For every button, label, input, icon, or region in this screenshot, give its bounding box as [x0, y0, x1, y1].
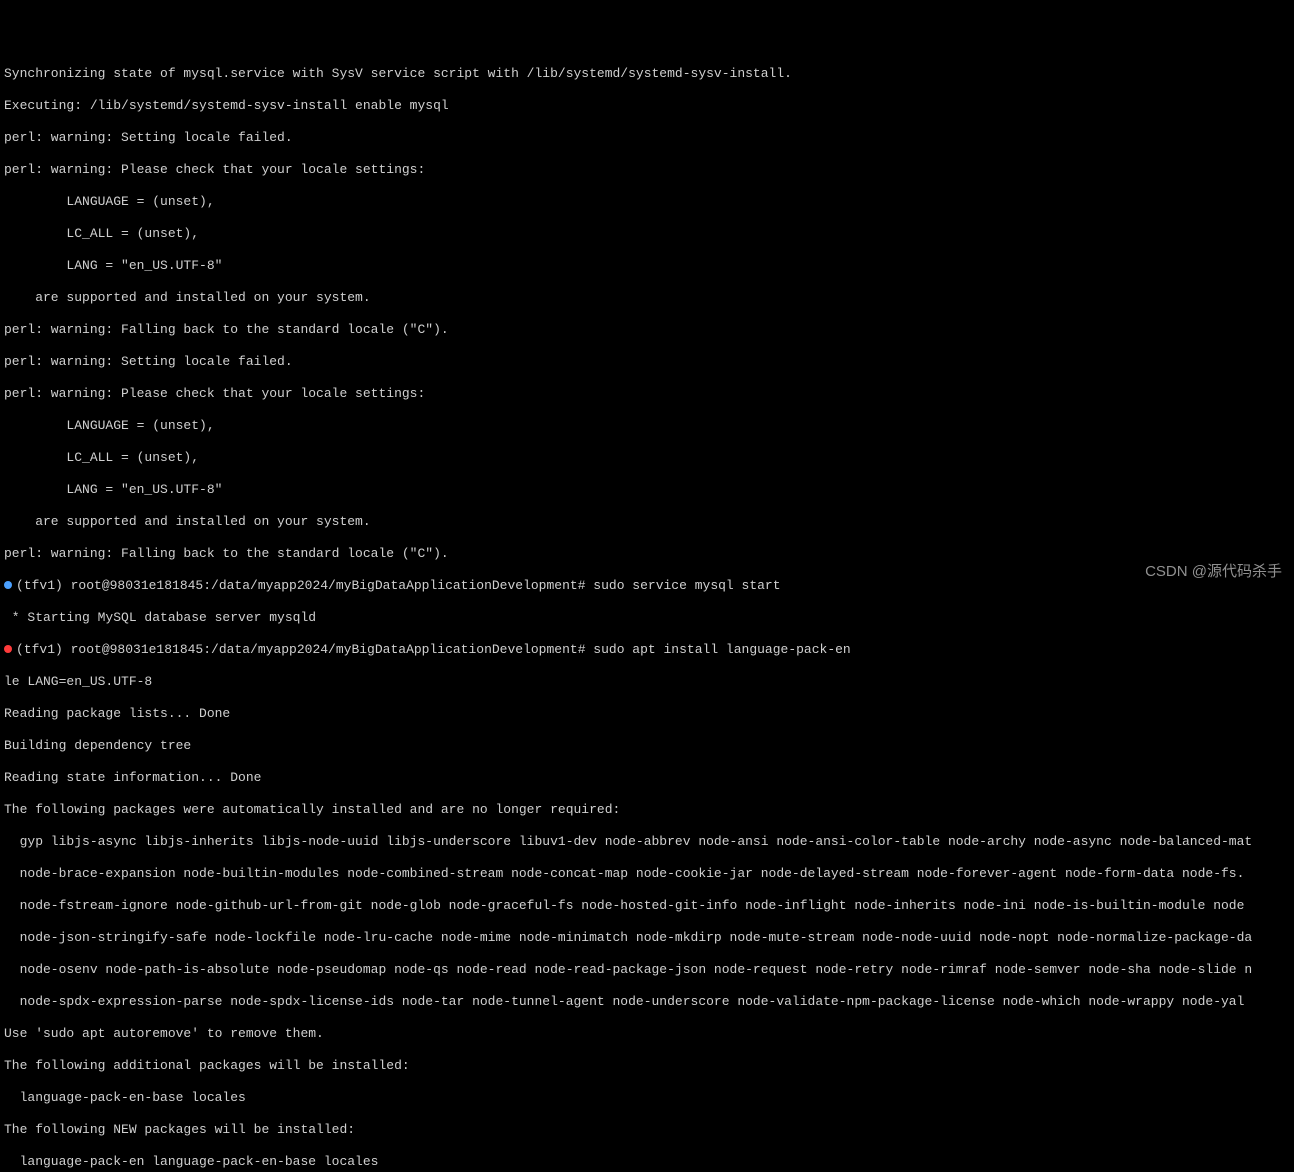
terminal-output-line: * Starting MySQL database server mysqld	[4, 610, 1290, 626]
status-dot-icon	[4, 645, 12, 653]
terminal-output-line: perl: warning: Setting locale failed.	[4, 354, 1290, 370]
terminal-output-line: LC_ALL = (unset),	[4, 450, 1290, 466]
terminal-output-line: node-osenv node-path-is-absolute node-ps…	[4, 962, 1290, 978]
terminal-output-line: node-brace-expansion node-builtin-module…	[4, 866, 1290, 882]
terminal-output-line: node-json-stringify-safe node-lockfile n…	[4, 930, 1290, 946]
terminal-output-line: LANG = "en_US.UTF-8"	[4, 482, 1290, 498]
terminal-output-line: The following additional packages will b…	[4, 1058, 1290, 1074]
terminal-output-line: Building dependency tree	[4, 738, 1290, 754]
terminal-output-line: Reading package lists... Done	[4, 706, 1290, 722]
watermark-label: CSDN @源代码杀手	[1145, 564, 1282, 580]
status-dot-icon	[4, 581, 12, 589]
terminal-output-line: Executing: /lib/systemd/systemd-sysv-ins…	[4, 98, 1290, 114]
terminal-output-line: LANG = "en_US.UTF-8"	[4, 258, 1290, 274]
terminal-output-line: are supported and installed on your syst…	[4, 514, 1290, 530]
terminal-prompt-line[interactable]: (tfv1) root@98031e181845:/data/myapp2024…	[4, 642, 1290, 658]
terminal-output-line: LC_ALL = (unset),	[4, 226, 1290, 242]
terminal-output-line: The following NEW packages will be insta…	[4, 1122, 1290, 1138]
terminal-output-line: Use 'sudo apt autoremove' to remove them…	[4, 1026, 1290, 1042]
terminal-output-line: The following packages were automaticall…	[4, 802, 1290, 818]
terminal-output-line: LANGUAGE = (unset),	[4, 194, 1290, 210]
terminal-output-line: language-pack-en language-pack-en-base l…	[4, 1154, 1290, 1170]
terminal-output-line: are supported and installed on your syst…	[4, 290, 1290, 306]
terminal-output-line: gyp libjs-async libjs-inherits libjs-nod…	[4, 834, 1290, 850]
terminal-output-line: le LANG=en_US.UTF-8	[4, 674, 1290, 690]
terminal-output-line: perl: warning: Please check that your lo…	[4, 162, 1290, 178]
terminal-prompt-line[interactable]: (tfv1) root@98031e181845:/data/myapp2024…	[4, 578, 1290, 594]
terminal-output-line: perl: warning: Falling back to the stand…	[4, 546, 1290, 562]
terminal-output-line: perl: warning: Please check that your lo…	[4, 386, 1290, 402]
terminal-output-line: perl: warning: Setting locale failed.	[4, 130, 1290, 146]
terminal-output-line: Reading state information... Done	[4, 770, 1290, 786]
terminal-output-line: LANGUAGE = (unset),	[4, 418, 1290, 434]
terminal-output-line: perl: warning: Falling back to the stand…	[4, 322, 1290, 338]
terminal-output-line: node-spdx-expression-parse node-spdx-lic…	[4, 994, 1290, 1010]
terminal-output-line: Synchronizing state of mysql.service wit…	[4, 66, 1290, 82]
terminal-output-line: node-fstream-ignore node-github-url-from…	[4, 898, 1290, 914]
terminal-command: (tfv1) root@98031e181845:/data/myapp2024…	[16, 642, 851, 657]
terminal-output-line: language-pack-en-base locales	[4, 1090, 1290, 1106]
